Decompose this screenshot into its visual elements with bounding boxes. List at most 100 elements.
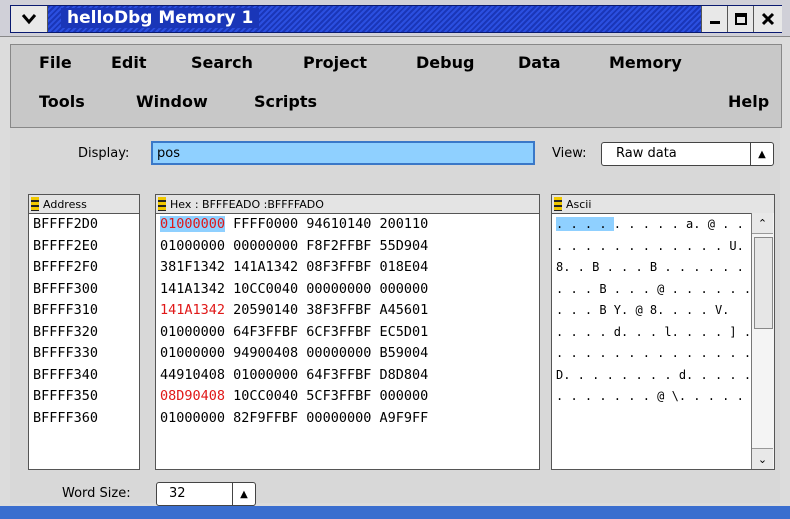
ascii-cell: . . . . . . . . . . . . . . . . xyxy=(556,346,775,360)
title-bar-stripes: helloDbg Memory 1 xyxy=(10,5,782,33)
double-chevron-down-icon: ⌄ xyxy=(757,452,768,466)
ascii-cell: . . . . . . . . . . . . U. . xyxy=(556,238,759,253)
hex-words: 10CC0040 00000000 000000 xyxy=(225,280,429,297)
wordsize-select-value: 32 xyxy=(169,486,186,501)
display-input[interactable] xyxy=(151,141,535,165)
menu-file[interactable]: File xyxy=(39,53,72,72)
hex-words: FFFF0000 94610140 200110 xyxy=(225,216,429,232)
ascii-header[interactable]: Ascii xyxy=(552,195,774,214)
hex-word: 01000000 xyxy=(160,216,226,232)
memory-window: helloDbg Memory 1 File Edit Search Proje… xyxy=(0,0,790,519)
window-title: helloDbg Memory 1 xyxy=(61,8,260,28)
hex-words: 10CC0040 5CF3FFBF 000000 xyxy=(225,388,429,404)
address-cell: BFFFF2F0 xyxy=(33,259,99,275)
ascii-cell: . . . B . . . @ . . . . . . . . xyxy=(556,281,775,296)
hex-row[interactable]: 01000000 FFFF0000 94610140 200110 xyxy=(156,214,539,236)
menu-tools[interactable]: Tools xyxy=(39,92,85,111)
wordsize-select[interactable]: 32 ▲ xyxy=(156,482,256,506)
scroll-up-button[interactable]: ⌃ xyxy=(752,213,773,234)
address-cell: BFFFF350 xyxy=(33,388,99,404)
address-cell: BFFFF330 xyxy=(33,345,99,361)
hex-word: 08D90408 xyxy=(160,388,226,404)
ascii-cell: 8. . B . . . B . . . . . . . . xyxy=(556,260,773,274)
menu-search[interactable]: Search xyxy=(191,53,253,72)
ascii-cell: D. . . . . . . . d. . . . . . xyxy=(556,367,766,382)
double-chevron-up-icon: ⌃ xyxy=(757,216,768,230)
column-grip-icon xyxy=(31,197,39,211)
updown-arrows-icon: ▲ xyxy=(750,143,773,165)
hex-word: 01000000 xyxy=(160,323,226,340)
hex-row[interactable]: 08D90408 10CC0040 5CF3FFBF 000000 xyxy=(156,386,539,408)
hex-word: 141A1342 xyxy=(160,280,226,297)
scroll-thumb[interactable] xyxy=(754,237,773,329)
ascii-cell: . . . B Y. @ 8. . . . V. xyxy=(556,303,730,317)
hex-column: Hex : BFFFEADO :BFFFFADO 01000000 FFFF00… xyxy=(155,194,540,470)
chevron-down-icon xyxy=(21,14,37,25)
maximize-icon xyxy=(735,13,747,25)
view-select[interactable]: Raw data ▲ xyxy=(601,142,774,166)
menu-debug[interactable]: Debug xyxy=(416,53,474,72)
menu-data[interactable]: Data xyxy=(518,53,561,72)
maximize-button[interactable] xyxy=(727,6,754,32)
minimize-icon xyxy=(710,21,720,24)
address-cell: BFFFF2D0 xyxy=(33,216,99,232)
close-button[interactable] xyxy=(753,6,782,32)
hex-words: 01000000 64F3FFBF D8D804 xyxy=(225,366,429,383)
updown-arrows-icon: ▲ xyxy=(232,483,255,505)
desktop-strip xyxy=(0,506,790,519)
minimize-button[interactable] xyxy=(701,6,728,32)
hex-word: 381F1342 xyxy=(160,259,226,275)
hex-words: 82F9FFBF 00000000 A9F9FF xyxy=(225,409,429,426)
hex-list: 01000000 FFFF0000 94610140 200110 0100000… xyxy=(156,214,539,429)
scroll-down-button[interactable]: ⌄ xyxy=(752,448,773,469)
address-cell: BFFFF310 xyxy=(33,302,99,318)
hex-words: 20590140 38F3FFBF A45601 xyxy=(225,302,429,318)
menu-memory[interactable]: Memory xyxy=(609,53,682,72)
window-menu-button[interactable] xyxy=(11,6,48,32)
address-list: BFFFF2D0 BFFFF2E0 BFFFF2F0 BFFFF300 BFFFF310… xyxy=(29,214,139,429)
hex-row[interactable]: 44910408 01000000 64F3FFBF D8D804 xyxy=(156,365,539,387)
menu-bar: File Edit Search Project Debug Data Memo… xyxy=(10,44,782,128)
address-cell: BFFFF360 xyxy=(33,409,99,426)
view-select-value: Raw data xyxy=(616,146,677,161)
ascii-cell: . . . . d. . . l. . . . ] . xyxy=(556,324,752,339)
menu-project[interactable]: Project xyxy=(303,53,367,72)
column-grip-icon xyxy=(554,197,562,211)
column-grip-icon xyxy=(158,197,166,211)
title-bar[interactable]: helloDbg Memory 1 xyxy=(0,0,790,37)
wordsize-label: Word Size: xyxy=(62,486,131,501)
hex-word: 141A1342 xyxy=(160,302,226,318)
hex-row[interactable]: 01000000 94900408 00000000 B59004 xyxy=(156,343,539,365)
hex-row[interactable]: 01000000 82F9FFBF 00000000 A9F9FF xyxy=(156,408,539,430)
hex-row[interactable]: 01000000 64F3FFBF 6CF3FFBF EC5D01 xyxy=(156,322,539,344)
ascii-column: Ascii . . . . . . . . . a. @ . .. . . . … xyxy=(551,194,775,470)
address-header[interactable]: Address xyxy=(29,195,139,214)
menu-help[interactable]: Help xyxy=(728,92,769,111)
menu-scripts[interactable]: Scripts xyxy=(254,92,317,111)
hex-word: 01000000 xyxy=(160,237,226,254)
address-cell: BFFFF300 xyxy=(33,280,99,297)
hex-row[interactable]: 381F1342 141A1342 08F3FFBF 018E04 xyxy=(156,257,539,279)
vertical-scrollbar[interactable]: ⌃ ⌄ xyxy=(751,213,774,469)
hex-word: 01000000 xyxy=(160,345,226,361)
ascii-cell: . . . . . . . . . a. @ . . xyxy=(556,217,744,231)
menu-edit[interactable]: Edit xyxy=(111,53,147,72)
hex-words: 00000000 F8F2FFBF 55D904 xyxy=(225,237,429,254)
hex-word: 01000000 xyxy=(160,409,226,426)
hex-words: 94900408 00000000 B59004 xyxy=(225,345,429,361)
hex-word: 44910408 xyxy=(160,366,226,383)
ascii-selection: . . . . xyxy=(556,217,614,231)
address-column: Address BFFFF2D0 BFFFF2E0 BFFFF2F0 BFFFF300… xyxy=(28,194,140,470)
ascii-list: . . . . . . . . . a. @ . .. . . . . . . … xyxy=(552,214,775,429)
address-cell: BFFFF320 xyxy=(33,323,99,340)
hex-row[interactable]: 141A1342 10CC0040 00000000 000000 xyxy=(156,279,539,301)
close-icon xyxy=(761,12,775,26)
ascii-cell: . . . . . . . @ \. . . . . . xyxy=(556,389,759,403)
address-cell: BFFFF2E0 xyxy=(33,237,99,254)
address-cell: BFFFF340 xyxy=(33,366,99,383)
hex-words: 141A1342 08F3FFBF 018E04 xyxy=(225,259,429,275)
hex-row[interactable]: 01000000 00000000 F8F2FFBF 55D904 xyxy=(156,236,539,258)
menu-window[interactable]: Window xyxy=(136,92,208,111)
hex-row[interactable]: 141A1342 20590140 38F3FFBF A45601 xyxy=(156,300,539,322)
hex-header[interactable]: Hex : BFFFEADO :BFFFFADO xyxy=(156,195,539,214)
